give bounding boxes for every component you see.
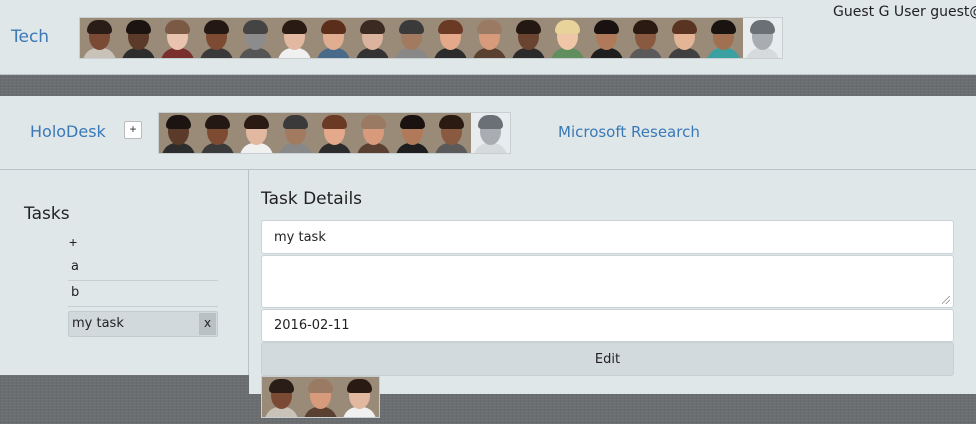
member-avatar[interactable]: [262, 377, 301, 417]
avatar-hair: [282, 20, 307, 34]
task-list-item[interactable]: a: [68, 255, 218, 281]
member-avatar[interactable]: [393, 113, 432, 153]
avatar-hair: [322, 115, 347, 129]
tasks-heading: Tasks: [24, 204, 70, 224]
task-description-textarea[interactable]: [261, 255, 954, 308]
avatar-hair: [477, 20, 502, 34]
resize-grip-icon[interactable]: [942, 296, 950, 304]
member-avatar[interactable]: [119, 18, 158, 58]
avatar-hair: [205, 115, 230, 129]
member-avatar[interactable]: [626, 18, 665, 58]
member-avatar[interactable]: [158, 18, 197, 58]
avatar-hair: [361, 115, 386, 129]
member-avatar[interactable]: [353, 18, 392, 58]
add-member-button[interactable]: +: [124, 121, 142, 139]
avatar-hair: [321, 20, 346, 34]
wolf-avatar[interactable]: [471, 113, 510, 153]
member-avatar[interactable]: [587, 18, 626, 58]
avatar-hair: [126, 20, 151, 34]
task-details-heading: Task Details: [261, 189, 363, 209]
member-avatar[interactable]: [314, 18, 353, 58]
avatar-hair: [243, 20, 268, 34]
task-label: my task: [72, 316, 124, 331]
member-avatar[interactable]: [470, 18, 509, 58]
member-avatar[interactable]: [80, 18, 119, 58]
avatar-hair: [672, 20, 697, 34]
organization-link[interactable]: Microsoft Research: [558, 123, 700, 141]
task-name-input[interactable]: my task: [261, 220, 954, 254]
avatar-hair: [165, 20, 190, 34]
member-avatar[interactable]: [548, 18, 587, 58]
member-avatar[interactable]: [704, 18, 743, 58]
avatar-hair: [283, 115, 308, 129]
task-assignee-avatars: [261, 376, 380, 418]
avatar-hair: [269, 379, 294, 393]
member-avatar[interactable]: [340, 377, 379, 417]
project-member-avatars: [158, 112, 511, 154]
member-avatar[interactable]: [301, 377, 340, 417]
team-member-avatars: [79, 17, 783, 59]
member-avatar[interactable]: [236, 18, 275, 58]
member-avatar[interactable]: [276, 113, 315, 153]
avatar-hair: [750, 20, 775, 34]
member-avatar[interactable]: [197, 18, 236, 58]
member-avatar[interactable]: [509, 18, 548, 58]
edit-task-button[interactable]: Edit: [261, 342, 954, 376]
add-task-button[interactable]: +: [69, 234, 77, 250]
team-title-link[interactable]: Tech: [11, 27, 49, 47]
remove-task-button[interactable]: x: [199, 313, 216, 335]
member-avatar[interactable]: [198, 113, 237, 153]
member-avatar[interactable]: [354, 113, 393, 153]
member-avatar[interactable]: [237, 113, 276, 153]
avatar-hair: [439, 115, 464, 129]
task-list-item[interactable]: b: [68, 281, 218, 307]
avatar-hair: [360, 20, 385, 34]
avatar-hair: [347, 379, 372, 393]
member-avatar[interactable]: [432, 113, 471, 153]
avatar-hair: [400, 115, 425, 129]
avatar-hair: [438, 20, 463, 34]
member-avatar[interactable]: [275, 18, 314, 58]
avatar-hair: [166, 115, 191, 129]
wolf-avatar[interactable]: [743, 18, 782, 58]
avatar-hair: [204, 20, 229, 34]
user-info[interactable]: Guest G User guest@: [833, 4, 976, 20]
avatar-hair: [633, 20, 658, 34]
member-avatar[interactable]: [315, 113, 354, 153]
task-label: b: [71, 285, 80, 300]
member-avatar[interactable]: [159, 113, 198, 153]
member-avatar[interactable]: [431, 18, 470, 58]
member-avatar[interactable]: [392, 18, 431, 58]
task-label: a: [71, 259, 79, 274]
avatar-hair: [244, 115, 269, 129]
avatar-hair: [478, 115, 503, 129]
task-date-input[interactable]: 2016-02-11: [261, 309, 954, 342]
avatar-hair: [516, 20, 541, 34]
project-title-link[interactable]: HoloDesk: [30, 122, 106, 141]
avatar-hair: [308, 379, 333, 393]
avatar-hair: [711, 20, 736, 34]
member-avatar[interactable]: [665, 18, 704, 58]
avatar-hair: [399, 20, 424, 34]
task-list-item-selected[interactable]: my task x: [68, 311, 218, 337]
avatar-hair: [555, 20, 580, 34]
avatar-hair: [594, 20, 619, 34]
avatar-hair: [87, 20, 112, 34]
